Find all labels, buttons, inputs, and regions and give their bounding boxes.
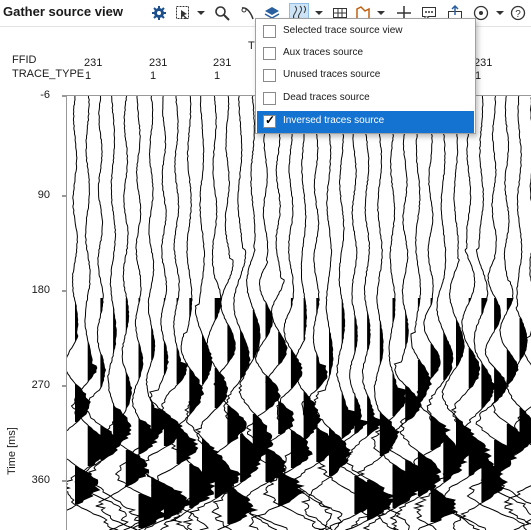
seismic-fill bbox=[266, 302, 273, 338]
seismic-trace bbox=[152, 96, 208, 530]
trace-type-value: 1 bbox=[150, 70, 156, 82]
menu-item-label: Dead traces source bbox=[283, 92, 370, 103]
seismic-fill bbox=[278, 332, 287, 364]
checkbox[interactable] bbox=[263, 92, 276, 105]
pointer-select-icon[interactable] bbox=[173, 3, 193, 23]
seismic-traces bbox=[67, 96, 531, 530]
chevron-down-icon[interactable] bbox=[490, 3, 510, 23]
menu-item-aux-traces-source[interactable]: Aux traces source bbox=[257, 43, 474, 65]
svg-text:?: ? bbox=[515, 9, 521, 20]
chevron-down-icon[interactable] bbox=[191, 3, 211, 23]
seismic-fill bbox=[329, 428, 351, 476]
time-tick: 180 bbox=[20, 284, 50, 296]
seismic-fill bbox=[354, 394, 368, 434]
menu-item-dead-traces-source[interactable]: Dead traces source bbox=[257, 88, 474, 110]
seismic-fill bbox=[456, 318, 464, 366]
seismic-fill bbox=[75, 384, 90, 422]
partial-header-label: T bbox=[248, 40, 255, 52]
seismic-fill bbox=[278, 472, 304, 506]
seismic-fill bbox=[177, 426, 198, 464]
menu-item-selected-trace-source-view[interactable]: Selected trace source view bbox=[257, 21, 474, 43]
seismic-fill bbox=[126, 298, 129, 334]
seismic-trace bbox=[355, 96, 409, 530]
seismic-fill bbox=[113, 404, 131, 450]
header-label-trace-type: TRACE_TYPE bbox=[12, 68, 84, 80]
seismic-fill bbox=[164, 342, 168, 374]
checkbox[interactable] bbox=[263, 25, 276, 38]
time-tick: 270 bbox=[20, 379, 50, 391]
seismic-fill bbox=[481, 298, 487, 314]
trace-type-value: 1 bbox=[214, 70, 220, 82]
pan-icon[interactable] bbox=[237, 3, 257, 23]
ffid-value: 231 bbox=[149, 57, 167, 69]
menu-item-label: Selected trace source view bbox=[283, 25, 403, 36]
time-tick: 360 bbox=[20, 474, 50, 486]
seismic-fill bbox=[189, 368, 203, 414]
menu-item-label: Aux traces source bbox=[283, 47, 363, 58]
seismic-fill bbox=[443, 332, 453, 380]
ffid-value: 231 bbox=[213, 57, 231, 69]
checkbox[interactable]: ✓ bbox=[263, 115, 276, 128]
seismic-fill bbox=[88, 342, 97, 382]
window-title: Gather source view bbox=[3, 4, 123, 19]
seismic-fill bbox=[507, 298, 513, 310]
help-icon[interactable]: ? bbox=[508, 3, 528, 23]
time-axis-label: Time [ms] bbox=[6, 427, 18, 475]
time-tick: 90 bbox=[20, 189, 50, 201]
zoom-icon[interactable] bbox=[212, 3, 232, 23]
menu-item-label: Inversed traces source bbox=[283, 115, 384, 126]
checkmark-icon: ✓ bbox=[265, 113, 275, 127]
seismic-fill bbox=[494, 298, 500, 330]
menu-item-inversed-traces-source[interactable]: ✓ Inversed traces source bbox=[257, 111, 474, 133]
seismic-fill bbox=[278, 402, 294, 434]
gear-icon[interactable] bbox=[149, 3, 169, 23]
trace-source-menu: Selected trace source view Aux traces so… bbox=[255, 18, 476, 134]
seismic-fill bbox=[418, 452, 441, 496]
header-label-ffid: FFID bbox=[12, 54, 36, 66]
checkbox[interactable] bbox=[263, 47, 276, 60]
time-tick: -6 bbox=[20, 89, 50, 101]
seismic-fill bbox=[481, 362, 495, 408]
ffid-value: 231 bbox=[84, 57, 102, 69]
seismic-fill bbox=[469, 348, 480, 388]
seismic-trace bbox=[75, 96, 128, 530]
checkbox[interactable] bbox=[263, 69, 276, 82]
trace-type-value: 1 bbox=[85, 70, 91, 82]
ffid-value: 231 bbox=[474, 57, 492, 69]
seismic-plot[interactable] bbox=[66, 95, 531, 530]
menu-item-label: Unused traces source bbox=[283, 69, 380, 80]
menu-item-unused-traces-source[interactable]: Unused traces source bbox=[257, 65, 474, 87]
